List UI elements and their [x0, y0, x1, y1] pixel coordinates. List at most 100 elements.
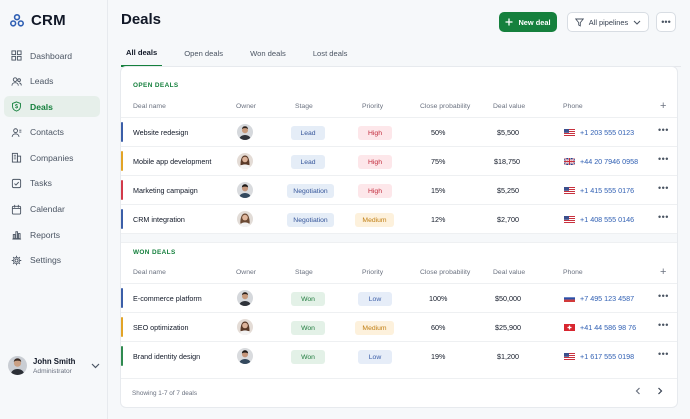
sidebar-item-leads[interactable]: Leads: [4, 71, 100, 92]
sidebar-item-label: Settings: [30, 255, 62, 266]
phone-link[interactable]: +1 415 555 0176: [564, 186, 634, 195]
owner-avatar: [237, 153, 253, 169]
stage-badge: Won: [291, 292, 325, 306]
stage-badge: Lead: [291, 155, 325, 169]
deal-tabs: All deals Open deals Won deals Lost deal…: [121, 40, 681, 67]
col-priority: Priority: [362, 103, 384, 110]
priority-badge: High: [358, 126, 392, 140]
row-actions-button[interactable]: •••: [658, 183, 669, 193]
deal-name: E-commerce platform: [133, 294, 202, 303]
dashboard-icon: [11, 50, 22, 61]
sidebar-item-label: Contacts: [30, 127, 64, 138]
deals-table-card: OPEN DEALS Deal name Owner Stage Priorit…: [120, 66, 678, 408]
sidebar-item-settings[interactable]: Settings: [4, 250, 100, 271]
row-accent: [121, 151, 123, 171]
phone-link[interactable]: +1 408 555 0146: [564, 215, 634, 224]
phone-number: +41 44 586 98 76: [580, 323, 637, 332]
table-row[interactable]: Website redesign Lead High 50% $5,500 +1…: [121, 117, 677, 146]
stage-badge: Lead: [291, 126, 325, 140]
row-accent: [121, 180, 123, 200]
row-actions-button[interactable]: •••: [658, 320, 669, 330]
tab-won-deals[interactable]: Won deals: [245, 40, 291, 67]
col-stage: Stage: [295, 269, 313, 276]
sidebar-item-label: Calendar: [30, 204, 65, 215]
add-column-button[interactable]: +: [660, 100, 666, 112]
sidebar-item-calendar[interactable]: Calendar: [4, 199, 100, 220]
chevron-down-icon[interactable]: [91, 363, 100, 369]
brand[interactable]: CRM: [10, 12, 66, 29]
pipeline-filter-dropdown[interactable]: All pipelines: [567, 12, 649, 32]
sidebar-item-label: Tasks: [30, 178, 52, 189]
phone-link[interactable]: +7 495 123 4587: [564, 294, 634, 303]
new-deal-button[interactable]: New deal: [499, 12, 557, 32]
close-probability: 75%: [431, 157, 446, 166]
col-deal-name: Deal name: [133, 103, 166, 110]
tab-open-deals[interactable]: Open deals: [179, 40, 228, 67]
pipeline-filter-label: All pipelines: [588, 17, 629, 27]
phone-link[interactable]: +44 20 7946 0958: [564, 157, 638, 166]
phone-link[interactable]: +1 203 555 0123: [564, 128, 634, 137]
ch-flag-icon: [564, 324, 575, 331]
phone-number: +1 617 555 0198: [580, 352, 635, 361]
table-row[interactable]: Mobile app development Lead High 75% $18…: [121, 146, 677, 175]
phone-link[interactable]: +1 617 555 0198: [564, 352, 634, 361]
chevron-left-icon: [635, 387, 640, 395]
gear-icon: [11, 255, 22, 266]
col-close-probability: Close probability: [420, 269, 471, 276]
sidebar-item-deals[interactable]: Deals: [4, 96, 100, 118]
page-title: Deals: [121, 11, 162, 28]
table-row[interactable]: E-commerce platform Won Low 100% $50,000…: [121, 283, 677, 312]
table-row[interactable]: CRM integration Negotiation Medium 12% $…: [121, 204, 677, 233]
col-deal-value: Deal value: [493, 269, 526, 276]
table-footer: Showing 1-7 of 7 deals: [121, 378, 677, 407]
stage-badge: Negotiation: [287, 184, 334, 198]
deal-value: $2,700: [497, 215, 519, 224]
col-phone: Phone: [563, 269, 583, 276]
tab-all-deals[interactable]: All deals: [121, 40, 163, 67]
sidebar-item-companies[interactable]: Companies: [4, 147, 100, 168]
owner-avatar: [237, 319, 253, 335]
owner-avatar: [237, 124, 253, 140]
shield-dollar-icon: [12, 101, 21, 112]
sidebar-item-contacts[interactable]: Contacts: [4, 122, 100, 143]
stage-badge: Won: [291, 350, 325, 364]
table-row[interactable]: Marketing campaign Negotiation High 15% …: [121, 175, 677, 204]
table-row[interactable]: Brand identity design Won Low 19% $1,200…: [121, 341, 677, 370]
row-actions-button[interactable]: •••: [658, 349, 669, 359]
add-column-button[interactable]: +: [660, 266, 666, 278]
section-label-won: WON DEALS: [133, 249, 176, 256]
us-flag-icon: [564, 129, 575, 136]
priority-badge: High: [358, 184, 392, 198]
table-row[interactable]: SEO optimization Won Medium 60% $25,900 …: [121, 312, 677, 341]
phone-number: +1 408 555 0146: [580, 215, 635, 224]
brand-name: CRM: [31, 12, 66, 29]
deal-value: $18,750: [494, 157, 520, 166]
more-options-button[interactable]: •••: [656, 12, 676, 32]
deal-value: $1,200: [497, 352, 519, 361]
sidebar-item-tasks[interactable]: Tasks: [4, 173, 100, 194]
priority-badge: Low: [358, 292, 392, 306]
uk-flag-icon: [564, 158, 575, 165]
previous-page-button[interactable]: [635, 387, 641, 398]
row-actions-button[interactable]: •••: [658, 125, 669, 135]
sidebar-item-reports[interactable]: Reports: [4, 224, 100, 245]
close-probability: 19%: [431, 352, 446, 361]
row-accent: [121, 122, 123, 142]
row-actions-button[interactable]: •••: [658, 154, 669, 164]
deal-name: Marketing campaign: [133, 186, 198, 195]
col-phone: Phone: [563, 103, 583, 110]
section-divider: [121, 233, 677, 243]
col-owner: Owner: [236, 269, 257, 276]
sidebar-item-dashboard[interactable]: Dashboard: [4, 45, 100, 66]
next-page-button[interactable]: [657, 387, 663, 398]
plus-icon: [505, 18, 513, 26]
owner-avatar: [237, 348, 253, 364]
tab-lost-deals[interactable]: Lost deals: [308, 40, 353, 67]
row-actions-button[interactable]: •••: [658, 291, 669, 301]
phone-link[interactable]: +41 44 586 98 76: [564, 323, 636, 332]
col-deal-name: Deal name: [133, 269, 166, 276]
chevron-down-icon: [633, 20, 641, 25]
user-profile[interactable]: John Smith Administrator: [8, 356, 100, 375]
deal-value: $5,250: [497, 186, 519, 195]
row-actions-button[interactable]: •••: [658, 212, 669, 222]
